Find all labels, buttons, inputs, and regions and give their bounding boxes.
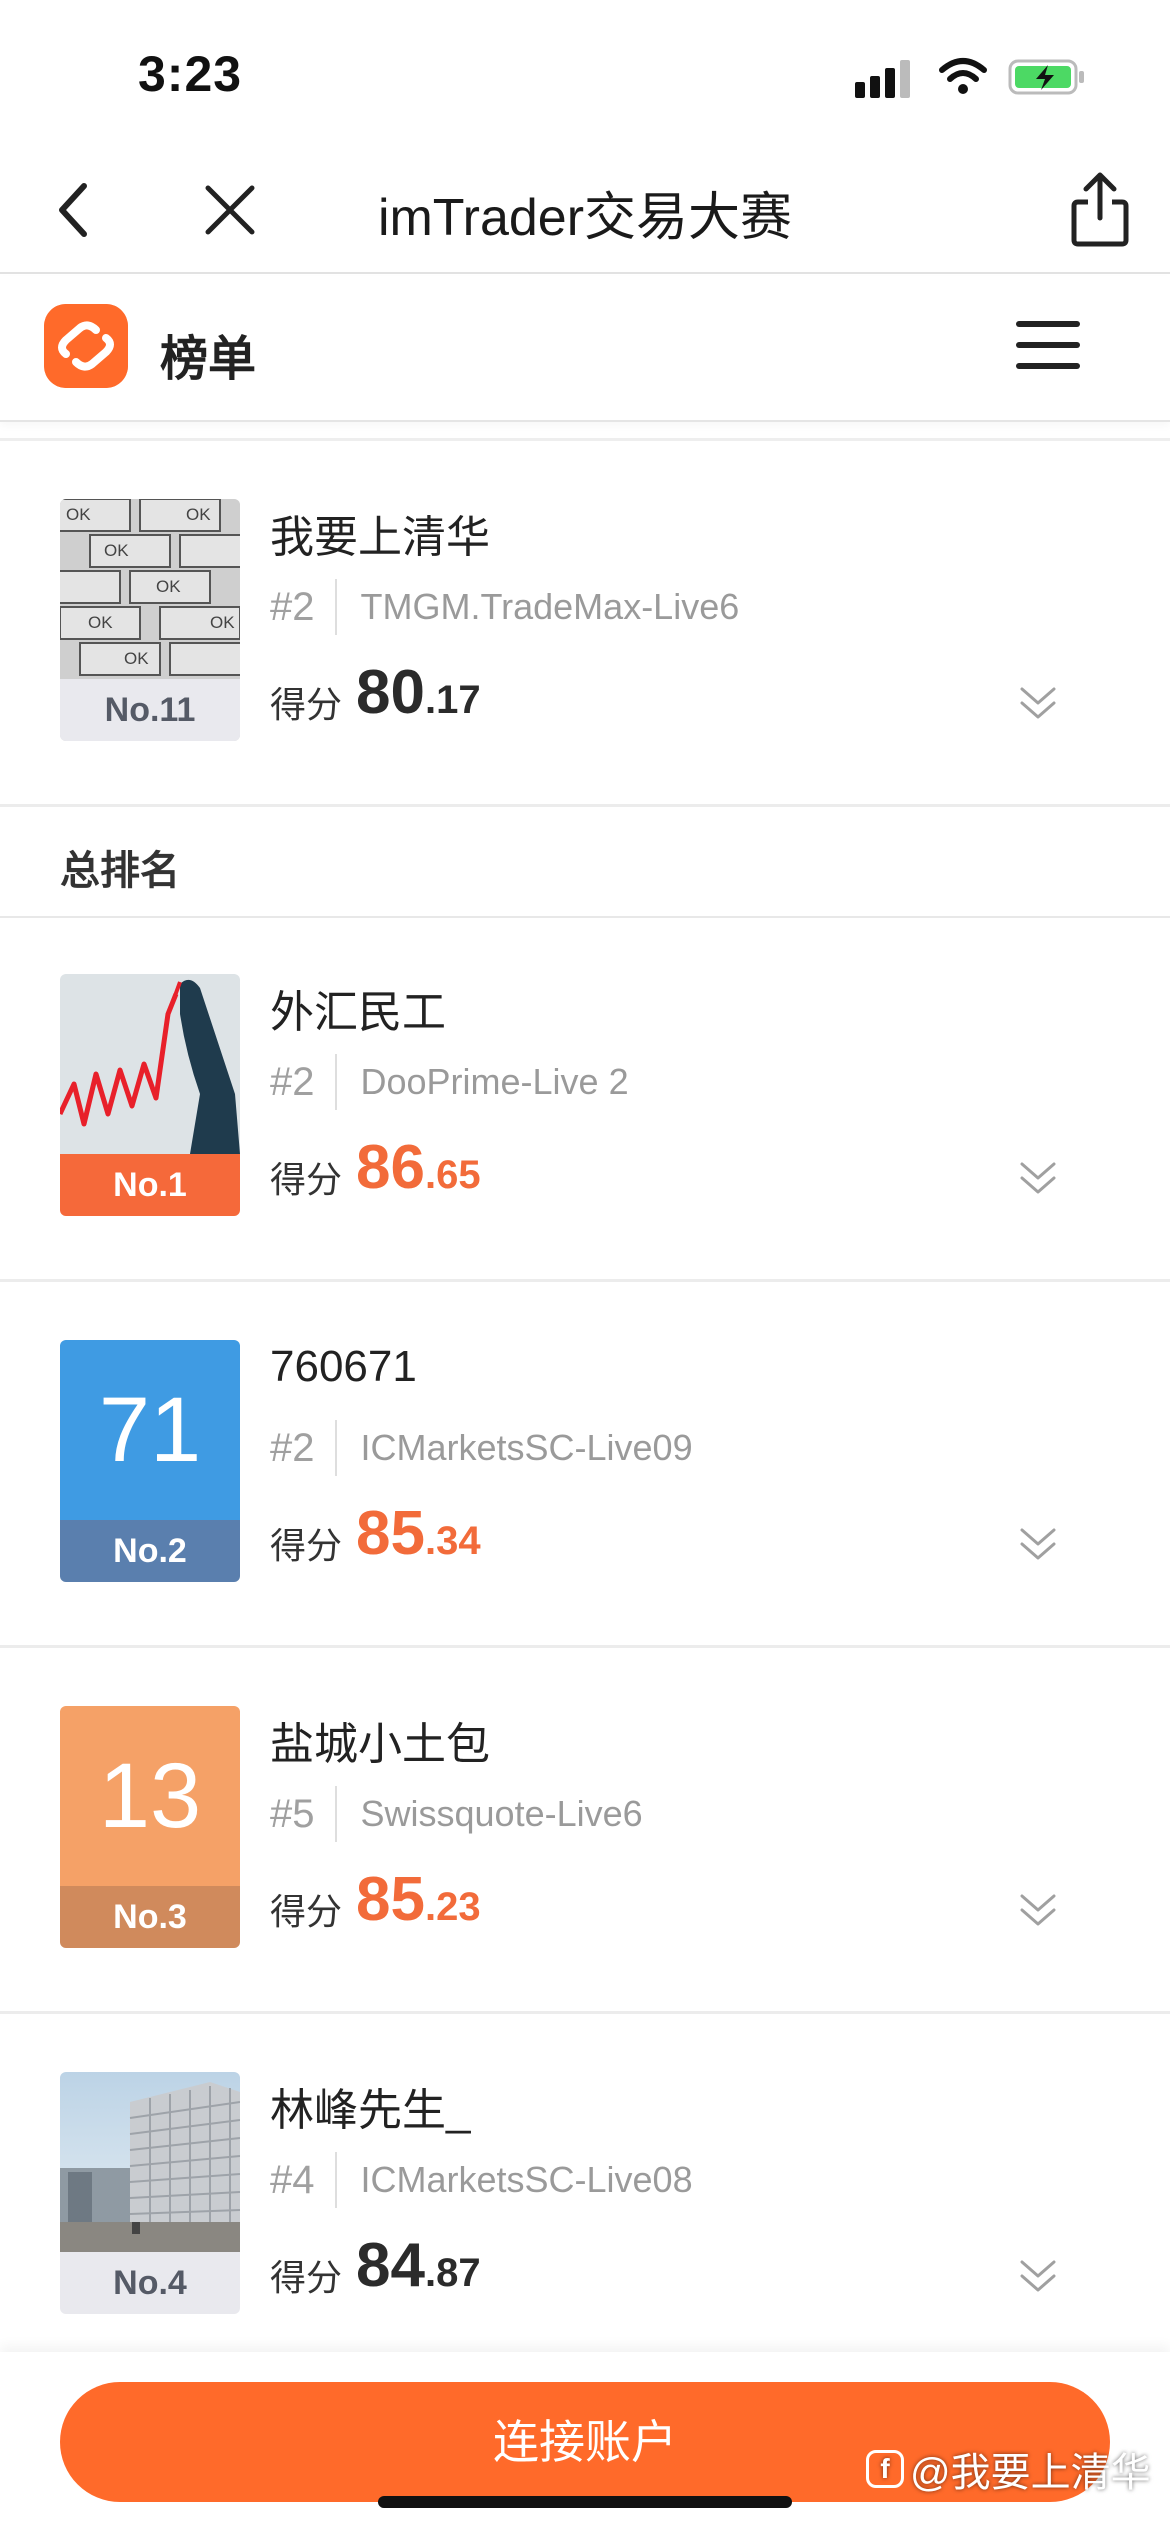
back-icon[interactable]: [40, 170, 120, 250]
score-integer: 86: [356, 1133, 425, 1202]
score-integer: 84: [356, 2231, 425, 2300]
ok-label: OK: [156, 577, 181, 596]
score-decimal: .17: [424, 678, 481, 722]
server-name: TMGM.TradeMax-Live6: [360, 586, 740, 627]
ok-label: OK: [66, 505, 91, 524]
page-title: 榜单: [160, 333, 257, 386]
section-title: 总排名: [60, 849, 180, 893]
ok-label: OK: [104, 541, 129, 560]
rank-badge: No.3: [60, 1886, 240, 1948]
rank-list-item[interactable]: No.1 外汇民工 #2 DooPrime-Live 2 得分 86.65: [0, 918, 1170, 1282]
avatar: 71 No.2: [60, 1340, 240, 1582]
nav-title: imTrader交易大赛: [377, 189, 793, 247]
score-value: 84.87: [356, 2230, 481, 2301]
rank-list-item[interactable]: OK OK OK OK OK OK OK No.11 我要上清华 #2 TMGM…: [0, 443, 1170, 807]
score-label: 得分: [270, 684, 343, 725]
trader-name: 760671: [270, 1342, 417, 1391]
section-header: 总排名: [0, 808, 1170, 918]
cellular-signal-icon: [855, 58, 915, 98]
ok-label: OK: [88, 613, 113, 632]
chevron-double-down-icon[interactable]: [1018, 1524, 1058, 1564]
score-value: 85.34: [356, 1498, 481, 1569]
avatar-number: 71: [60, 1340, 240, 1520]
score-decimal: .23: [424, 1885, 481, 1929]
close-icon[interactable]: [190, 170, 270, 250]
rank-list-item[interactable]: 13 No.3 盐城小土包 #5 Swissquote-Live6 得分 85.…: [0, 1650, 1170, 2014]
score-integer: 80: [356, 658, 425, 727]
server-name: ICMarketsSC-Live08: [360, 2159, 693, 2200]
watermark: f @我要上清华: [866, 2440, 1151, 2498]
score-integer: 85: [356, 1499, 425, 1568]
server-name: Swissquote-Live6: [360, 1793, 643, 1834]
rank-meta: #4 ICMarketsSC-Live08: [270, 2152, 693, 2208]
watermark-logo-icon: f: [866, 2450, 904, 2488]
divider: [0, 438, 1170, 441]
chevron-double-down-icon[interactable]: [1018, 1890, 1058, 1930]
rank-position: #2: [270, 1420, 337, 1476]
trader-name: 我要上清华: [270, 513, 490, 562]
avatar: OK OK OK OK OK OK OK No.11: [60, 499, 240, 741]
home-indicator: [378, 2496, 792, 2508]
menu-icon[interactable]: [1016, 321, 1080, 371]
rank-meta: #2 ICMarketsSC-Live09: [270, 1420, 693, 1476]
score-decimal: .34: [424, 1519, 481, 1563]
rank-position: #5: [270, 1786, 337, 1842]
score-label: 得分: [270, 1891, 343, 1932]
rank-position: #2: [270, 1054, 337, 1110]
trader-name: 外汇民工: [270, 988, 446, 1037]
ok-label: OK: [186, 505, 211, 524]
chevron-double-down-icon[interactable]: [1018, 683, 1058, 723]
share-icon[interactable]: [1060, 168, 1140, 252]
rank-badge: No.1: [60, 1154, 240, 1216]
rank-position: #2: [270, 579, 337, 635]
rank-badge: No.2: [60, 1520, 240, 1582]
nav-bar: imTrader交易大赛: [0, 150, 1170, 274]
score-label: 得分: [270, 2257, 343, 2298]
rank-list-item[interactable]: 71 No.2 760671 #2 ICMarketsSC-Live09 得分 …: [0, 1284, 1170, 1648]
score-value: 86.65: [356, 1132, 481, 1203]
ok-labels: OK OK OK OK OK OK OK: [60, 499, 240, 679]
avatar: 13 No.3: [60, 1706, 240, 1948]
chevron-double-down-icon[interactable]: [1018, 2256, 1058, 2296]
score-decimal: .87: [424, 2251, 481, 2295]
trader-name: 林峰先生_: [270, 2086, 471, 2135]
avatar-number: 13: [60, 1706, 240, 1886]
status-time: 3:23: [138, 46, 243, 102]
ok-label: OK: [210, 613, 235, 632]
server-name: ICMarketsSC-Live09: [360, 1427, 693, 1468]
score-label: 得分: [270, 1525, 343, 1566]
score-decimal: .65: [424, 1153, 481, 1197]
rank-meta: #2 TMGM.TradeMax-Live6: [270, 579, 739, 635]
avatar: No.1: [60, 974, 240, 1216]
building-photo-avatar: [60, 2072, 240, 2252]
score-value: 85.23: [356, 1864, 481, 1935]
page-header: 榜单: [0, 276, 1170, 422]
rank-badge: No.11: [60, 679, 240, 741]
chevron-double-down-icon[interactable]: [1018, 1158, 1058, 1198]
wifi-icon: [939, 58, 987, 94]
rank-badge: No.4: [60, 2252, 240, 2314]
ok-label: OK: [124, 649, 149, 668]
status-bar: 3:23: [0, 0, 1170, 150]
rank-position: #4: [270, 2152, 337, 2208]
rank-list-item[interactable]: No.4 林峰先生_ #4 ICMarketsSC-Live08 得分 84.8…: [0, 2016, 1170, 2380]
app-logo-icon: [44, 304, 128, 388]
battery-icon: [1008, 59, 1084, 95]
trader-name: 盐城小土包: [270, 1720, 490, 1769]
rank-meta: #2 DooPrime-Live 2: [270, 1054, 629, 1110]
score-integer: 85: [356, 1865, 425, 1934]
score-value: 80.17: [356, 657, 481, 728]
score-label: 得分: [270, 1159, 343, 1200]
watermark-text: @我要上清华: [910, 2451, 1151, 2495]
server-name: DooPrime-Live 2: [360, 1061, 629, 1102]
chart-art-avatar: [60, 974, 240, 1154]
avatar: No.4: [60, 2072, 240, 2314]
rank-meta: #5 Swissquote-Live6: [270, 1786, 643, 1842]
